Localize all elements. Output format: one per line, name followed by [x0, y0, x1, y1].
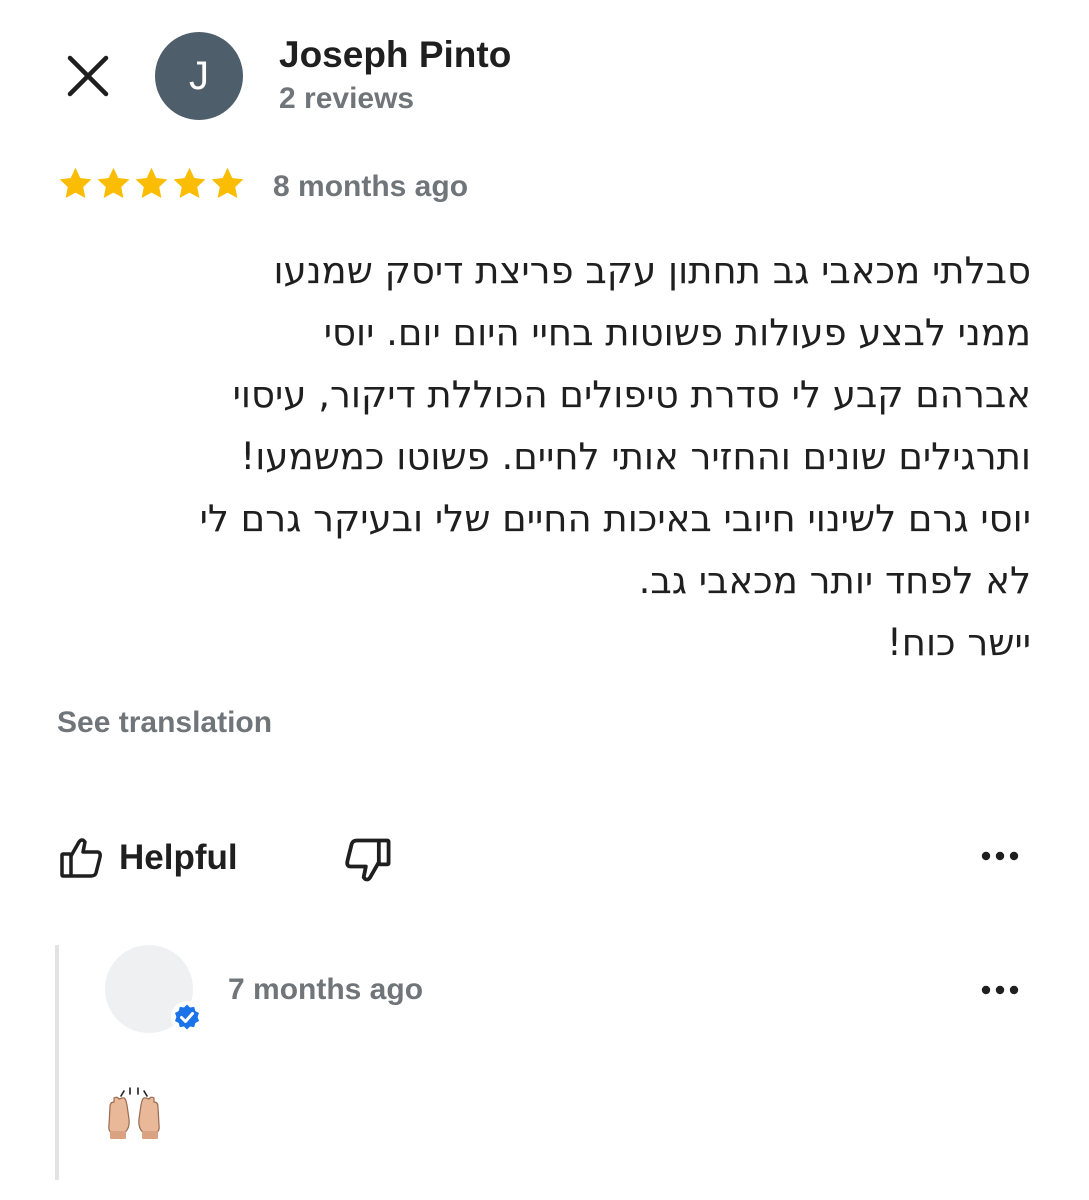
- reply-more-button[interactable]: [976, 974, 1024, 1006]
- helpful-button[interactable]: Helpful: [57, 830, 238, 886]
- review-more-button[interactable]: [976, 840, 1024, 872]
- see-translation-link[interactable]: See translation: [57, 706, 272, 740]
- review-text-line: ממני לבצע פעולות פשוטות בחיי היום יום. י…: [323, 311, 1031, 354]
- thumbs-down-icon: [345, 838, 391, 882]
- more-horizontal-icon: [981, 851, 1019, 861]
- star-rating: [57, 165, 246, 209]
- review-text-line: ותרגילים שונים והחזיר אותי לחיים. פשוטו …: [240, 435, 1031, 478]
- author-avatar[interactable]: J: [155, 32, 243, 120]
- star-icon: [135, 167, 168, 198]
- verified-badge: [170, 1000, 204, 1034]
- review-text-line: יישר כוח!: [886, 621, 1031, 664]
- author-initial: J: [189, 53, 209, 98]
- star-icon: [173, 167, 206, 198]
- close-icon: [67, 55, 109, 97]
- close-button[interactable]: [62, 50, 114, 102]
- raising-hands-emoji-icon: [108, 1087, 160, 1139]
- more-horizontal-icon: [981, 985, 1019, 995]
- not-helpful-button[interactable]: [342, 834, 394, 886]
- review-text-line: יוסי גרם לשינוי חיובי באיכות החיים שלי ו…: [199, 497, 1031, 540]
- star-icon: [97, 167, 130, 198]
- verified-check-icon: [171, 1001, 203, 1033]
- thumbs-up-icon: [60, 838, 102, 878]
- star-icon: [211, 167, 244, 198]
- reply-divider: [55, 945, 59, 1180]
- review-date: 8 months ago: [273, 170, 469, 203]
- review-text-line: לא לפחד יותר מכאבי גב.: [638, 559, 1031, 602]
- review-text-line: סבלתי מכאבי גב תחתון עקב פריצת דיסק שמנע…: [273, 249, 1031, 292]
- helpful-label: Helpful: [119, 838, 238, 877]
- author-review-count: 2 reviews: [279, 82, 415, 115]
- star-icon: [59, 167, 92, 198]
- review-text-line: אברהם קבע לי סדרת טיפולים הכוללת דיקור, …: [232, 373, 1031, 416]
- review-text: סבלתי מכאבי גב תחתון עקב פריצת דיסק שמנע…: [41, 240, 1031, 674]
- author-name[interactable]: Joseph Pinto: [279, 34, 511, 76]
- reply-content: [104, 1085, 164, 1145]
- reply-date: 7 months ago: [228, 973, 424, 1006]
